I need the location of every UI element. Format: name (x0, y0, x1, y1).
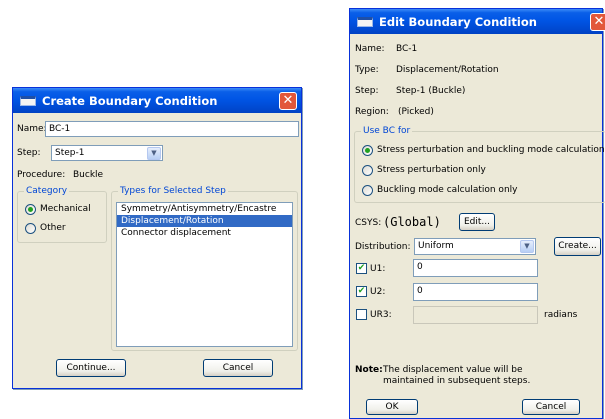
radio-mechanical-label[interactable]: Mechanical (40, 203, 91, 215)
u1-input[interactable]: 0 (413, 259, 538, 277)
create-bc-title: Create Boundary Condition (42, 94, 218, 108)
csys-value: (Global) (383, 215, 441, 229)
info-type-value: Displacement/Rotation (396, 65, 499, 75)
types-group: Types for Selected Step Symmetry/Antisym… (111, 185, 298, 351)
edit-bc-dialog: Edit Boundary Condition ✕ Name: BC-1 Typ… (349, 8, 605, 419)
radio-mechanical[interactable] (25, 204, 36, 215)
types-list[interactable]: Symmetry/Antisymmetry/Encastre Displacem… (116, 202, 293, 347)
close-icon[interactable]: ✕ (590, 13, 605, 31)
procedure-label: Procedure: (17, 170, 66, 180)
info-name-label: Name: (355, 44, 385, 54)
window-icon (357, 17, 373, 27)
types-title: Types for Selected Step (118, 185, 228, 197)
ur3-input (413, 306, 538, 324)
cancel-button[interactable]: Cancel (522, 399, 580, 415)
ur3-unit: radians (544, 310, 578, 320)
category-title: Category (24, 185, 70, 197)
procedure-value: Buckle (73, 170, 104, 180)
step-label: Step: (17, 148, 41, 158)
info-step-value: Step-1 (Buckle) (396, 86, 466, 96)
chevron-down-icon[interactable]: ▼ (520, 240, 534, 253)
step-select[interactable]: Step-1 ▼ (51, 145, 163, 161)
csys-label: CSYS: (355, 218, 382, 228)
list-item-displacement-rotation[interactable]: Displacement/Rotation (117, 215, 292, 227)
info-name-value: BC-1 (396, 44, 418, 54)
note-line-2: maintained in subsequent steps. (383, 376, 531, 386)
category-group: Category Mechanical Other (17, 185, 107, 243)
u1-label: U1: (370, 264, 386, 274)
radio-stress-and-buckling[interactable] (362, 145, 373, 156)
name-input[interactable]: BC-1 (45, 121, 299, 137)
list-item-connector-displacement[interactable]: Connector displacement (117, 227, 292, 239)
radio-buckling-only[interactable] (362, 185, 373, 196)
name-label: Name: (17, 124, 47, 134)
list-item-symmetry[interactable]: Symmetry/Antisymmetry/Encastre (117, 203, 292, 215)
edit-bc-title: Edit Boundary Condition (379, 15, 537, 29)
ur3-label: UR3: (370, 310, 392, 320)
distribution-label: Distribution: (355, 242, 411, 252)
radio-stress-only-label[interactable]: Stress perturbation only (377, 164, 486, 176)
ok-button[interactable]: OK (366, 399, 418, 415)
create-button[interactable]: Create... (554, 237, 601, 256)
use-bc-group: Use BC for Stress perturbation and buckl… (354, 125, 605, 203)
u2-input[interactable]: 0 (413, 283, 538, 301)
radio-buckling-only-label[interactable]: Buckling mode calculation only (377, 184, 517, 196)
distribution-select-value: Uniform (418, 241, 454, 251)
use-bc-title: Use BC for (361, 125, 413, 137)
close-icon[interactable]: ✕ (279, 92, 297, 110)
cancel-button[interactable]: Cancel (203, 359, 273, 377)
u1-checkbox[interactable]: ✔ (356, 263, 367, 274)
info-type-label: Type: (355, 65, 379, 75)
u2-label: U2: (370, 287, 386, 297)
csys-edit-button[interactable]: Edit... (459, 213, 495, 231)
note-label: Note: (355, 365, 383, 375)
radio-stress-and-buckling-label[interactable]: Stress perturbation and buckling mode ca… (377, 144, 605, 156)
continue-button[interactable]: Continue... (56, 359, 126, 377)
radio-other-label[interactable]: Other (40, 222, 66, 234)
create-bc-dialog: Create Boundary Condition ✕ Name: BC-1 S… (12, 87, 302, 389)
info-region-label: Region: (355, 107, 389, 117)
info-step-label: Step: (355, 86, 379, 96)
ur3-checkbox[interactable] (356, 309, 367, 320)
step-select-value: Step-1 (55, 148, 85, 158)
create-bc-titlebar[interactable]: Create Boundary Condition ✕ (13, 88, 301, 113)
info-region-value: (Picked) (398, 107, 434, 117)
radio-stress-only[interactable] (362, 165, 373, 176)
window-icon (20, 96, 36, 106)
distribution-select[interactable]: Uniform ▼ (414, 238, 536, 255)
chevron-down-icon[interactable]: ▼ (147, 147, 161, 160)
radio-other[interactable] (25, 223, 36, 234)
edit-bc-titlebar[interactable]: Edit Boundary Condition ✕ (350, 9, 605, 34)
u2-checkbox[interactable]: ✔ (356, 286, 367, 297)
